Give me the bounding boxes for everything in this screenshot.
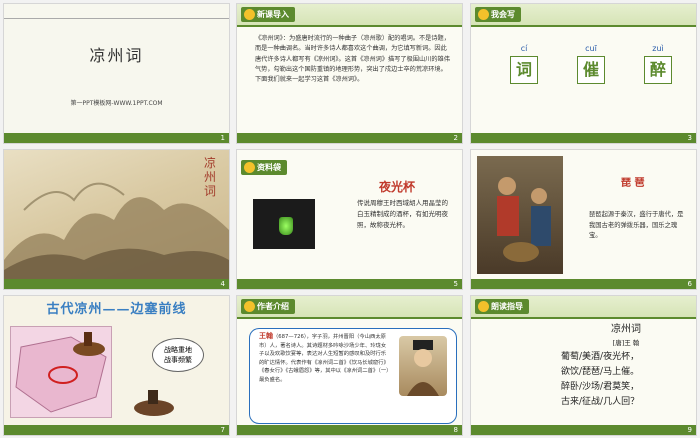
slide-footer: 3 [471,133,696,143]
char-list: cí 词 cuī 催 zuì 醉 [506,44,676,84]
section-tag: 资料袋 [241,160,287,175]
poem-author: [唐]王 翰 [612,339,640,347]
slide-title: 古代凉州——边塞前线 [46,302,187,317]
warrior-icon [134,390,174,416]
slide-footer: 1 [4,133,229,143]
slide-footer: 2 [237,133,462,143]
cup-icon [279,217,293,235]
slide-footer: 9 [471,425,696,435]
site-label: 第一PPT模板网-WWW.1PPT.COM [70,100,163,107]
landscape-painting [4,182,229,279]
pinyin: zuì [652,44,664,53]
slide-number: 6 [687,280,692,288]
slide-8[interactable]: 作者介绍 王翰（687—726），字子羽，并州晋阳（今山西太原市）人，著名诗人。… [237,296,462,435]
section-tag: 作者介绍 [241,299,295,314]
slide-number: 5 [453,280,458,288]
pipa-figures [497,177,551,262]
bulb-icon [478,301,489,312]
slide-title: 琵 琶 [621,178,645,189]
pinyin: cí [520,44,528,53]
bulb-icon [244,301,255,312]
horse-rider-icon [73,332,105,356]
section-tag: 朗读指导 [475,299,529,314]
slide-1[interactable]: 凉州词 第一PPT模板网-WWW.1PPT.COM 1 [4,4,229,143]
slide-footer: 6 [471,279,696,289]
slide-footer: 4 [4,279,229,289]
slide-9[interactable]: 朗读指导 凉州词 [唐]王 翰 葡萄/美酒/夜光杯， 欲饮/琵琶/马上催。 醉卧… [471,296,696,435]
slide-footer: 8 [237,425,462,435]
slide-number: 1 [220,134,225,142]
slide-number: 7 [220,426,225,434]
slide-2[interactable]: 新课导入 《凉州词》：为盛唐时流行的一种曲子（凉州歌）配的唱词。不是诗题，而是一… [237,4,462,143]
pinyin: cuī [585,44,597,53]
poem-line: 葡萄/美酒/夜光杯， [561,352,640,362]
author-portrait [399,336,447,396]
speech-bubble: 战略重地 战事频繁 [152,338,204,372]
poem-line: 欲饮/琵琶/马上催。 [561,367,640,377]
character: 词 [510,56,538,84]
author-name: 王翰 [259,332,273,340]
slide-number: 8 [453,426,458,434]
poem-title: 凉州词 [611,324,641,335]
bulb-icon [244,9,255,20]
slide-number: 3 [687,134,692,142]
header-line [471,317,696,319]
slide-7[interactable]: 古代凉州——边塞前线 战略重地 战事频繁 7 [4,296,229,435]
char-item: cuī 催 [573,44,609,84]
author-text: （687—726），字子羽，并州晋阳（今山西太原市）人，著名诗人。其诗题材多吟咏… [259,334,389,383]
poem-line: 醉卧/沙场/君莫笑， [561,382,640,392]
section-tag: 我会写 [475,7,521,22]
top-divider [4,18,229,19]
bulb-icon [244,162,255,173]
slide-6[interactable]: 琵 琶 琵琶起源于秦汉，盛行于唐代，是我国古老的弹拨乐器，国乐之瑰宝。 6 [471,150,696,289]
poem: 凉州词 [唐]王 翰 葡萄/美酒/夜光杯， 欲饮/琵琶/马上催。 醉卧/沙场/君… [561,320,691,410]
slide-footer: 5 [237,279,462,289]
slide-title: 夜光杯 [379,180,416,194]
char-item: cí 词 [506,44,542,84]
description: 传说周穆王时西域胡人用晶莹的白玉精制成的酒杯，有如光明夜照，故称夜光杯。 [357,199,448,229]
author-bio: 王翰（687—726），字子羽，并州晋阳（今山西太原市）人，著名诗人。其诗题材多… [259,332,389,385]
slide-number: 9 [687,426,692,434]
portrait-figure [407,340,439,396]
slide-4[interactable]: 凉州词 4 [4,150,229,289]
character: 醉 [644,56,672,84]
header-line [237,25,462,27]
char-item: zuì 醉 [640,44,676,84]
slide-footer: 7 [4,425,229,435]
character: 催 [577,56,605,84]
bulb-icon [478,9,489,20]
pipa-painting [477,156,563,274]
poem-line: 古来/征战/几人回？ [561,397,640,407]
slide-number: 2 [453,134,458,142]
header-line [471,25,696,27]
slide-5[interactable]: 资料袋 夜光杯 传说周穆王时西域胡人用晶莹的白玉精制成的酒杯，有如光明夜照，故称… [237,150,462,289]
slide-number: 4 [220,280,225,288]
slide-title: 凉州词 [89,46,144,65]
section-tag: 新课导入 [241,7,295,22]
cup-photo [253,199,315,249]
description: 琵琶起源于秦汉，盛行于唐代，是我国古老的弹拨乐器，国乐之瑰宝。 [589,211,684,239]
header-line [237,317,462,319]
slide-3[interactable]: 我会写 cí 词 cuī 催 zuì 醉 3 [471,4,696,143]
intro-text: 《凉州词》：为盛唐时流行的一种曲子（凉州歌）配的唱词。不是诗题，而是一种曲调名。… [255,35,450,84]
vertical-title: 凉州词 [203,156,216,198]
